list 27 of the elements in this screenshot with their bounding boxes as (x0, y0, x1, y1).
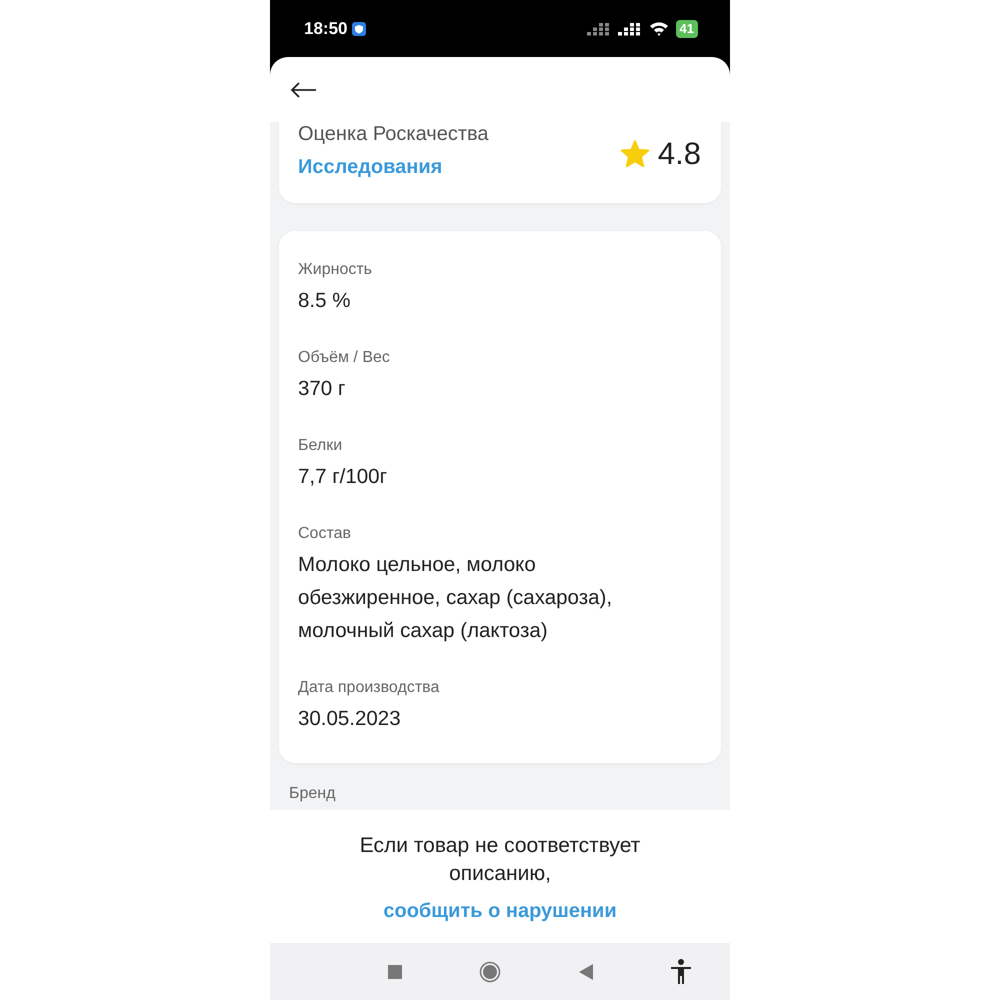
report-link[interactable]: сообщить о нарушении (383, 900, 617, 923)
field-label: Состав (298, 525, 352, 543)
rating-value: 4.8 (658, 136, 701, 172)
accessibility-icon[interactable] (670, 958, 692, 984)
wifi-icon (648, 20, 669, 36)
field-value: 30.05.2023 (298, 706, 402, 732)
star-icon (620, 140, 650, 168)
battery-indicator: 41 (676, 20, 698, 38)
field-label: Дата производства (298, 679, 440, 697)
research-link[interactable]: Исследования (298, 156, 489, 178)
field-value: Молоко цельное, молоко обезжиренное, сахар (сахароза), молочный сахар (лактоза) (298, 552, 614, 644)
home-icon[interactable] (479, 960, 502, 982)
rating-title: Оценка Роскачества (298, 122, 489, 146)
recent-apps-icon[interactable] (388, 964, 402, 978)
field-value: 8.5 % (298, 288, 352, 314)
field-value: 370 г (298, 376, 346, 402)
field-label: Белки (298, 437, 344, 455)
report-text: Если товар не соответствует описанию, (358, 833, 642, 887)
signal-icon (618, 20, 642, 36)
field-label: Жирность (298, 261, 374, 279)
field-label: Объём / Вес (298, 349, 391, 367)
field-value: 7,7 г/100г (298, 464, 388, 490)
signal-icon (586, 20, 611, 36)
status-time: 18:50 (304, 18, 348, 38)
back-icon[interactable] (578, 964, 593, 980)
shield-icon (352, 22, 366, 36)
field-label: Бренд (289, 785, 336, 803)
